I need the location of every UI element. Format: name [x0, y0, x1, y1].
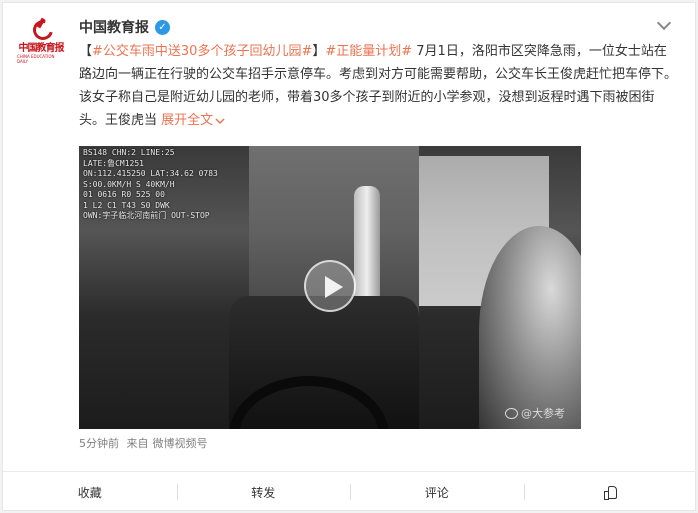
avatar-logo-subtext: CHINA EDUCATION DAILY [17, 54, 55, 64]
avatar-logo-text: 中国教育报 [18, 43, 65, 54]
chevron-down-icon[interactable] [657, 17, 671, 31]
post-text: 【#公交车雨中送30多个孩子回幼儿园#】#正能量计划# 7月1日，洛阳市区突降急… [79, 40, 679, 132]
favorite-label: 收藏 [77, 485, 102, 500]
verified-badge-icon: ✓ [155, 19, 170, 35]
hashtag-bus-rain[interactable]: #公交车雨中送30多个孩子回幼儿园# [92, 44, 312, 59]
author-name[interactable]: 中国教育报 [79, 17, 149, 37]
author-row: 中国教育报 ✓ [79, 17, 170, 37]
newspaper-logo-icon [30, 18, 52, 38]
chevron-down-icon [215, 117, 225, 124]
hashtag-positive-energy[interactable]: #正能量计划# [325, 44, 412, 59]
thumbs-up-icon [604, 486, 618, 500]
cctv-overlay-text: BS148 CHN:2 LINE:25 LATE:鲁CM1251 ON:112.… [83, 148, 218, 220]
comment-label: 评论 [424, 485, 449, 500]
repost-label: 转发 [251, 485, 276, 500]
expand-label: 展开全文 [161, 113, 214, 128]
like-button[interactable] [523, 472, 698, 512]
video-watermark: @大参考 [505, 405, 565, 421]
favorite-button[interactable]: 收藏 [3, 472, 177, 512]
video-player[interactable]: BS148 CHN:2 LINE:25 LATE:鲁CM1251 ON:112.… [79, 146, 581, 429]
avatar[interactable]: 中国教育报 CHINA EDUCATION DAILY [17, 17, 65, 65]
comment-button[interactable]: 评论 [350, 472, 524, 512]
source-prefix: 来自 [126, 437, 149, 450]
expand-full-text-link[interactable]: 展开全文 [161, 113, 225, 128]
repost-button[interactable]: 转发 [176, 472, 351, 512]
bracket-open: 【 [79, 44, 93, 59]
weibo-icon [505, 407, 518, 419]
bracket-close: 】 [312, 44, 326, 59]
post-time[interactable]: 5分钟前 [79, 437, 119, 450]
post-source[interactable]: 微博视频号 [153, 437, 208, 450]
watermark-text: @大参考 [521, 407, 565, 420]
post-meta: 5分钟前 来自 微博视频号 [79, 435, 212, 451]
action-bar: 收藏 转发 评论 [3, 471, 697, 512]
play-icon[interactable] [304, 260, 356, 312]
weibo-post-card: 中国教育报 CHINA EDUCATION DAILY 中国教育报 ✓ 【#公交… [2, 2, 697, 512]
